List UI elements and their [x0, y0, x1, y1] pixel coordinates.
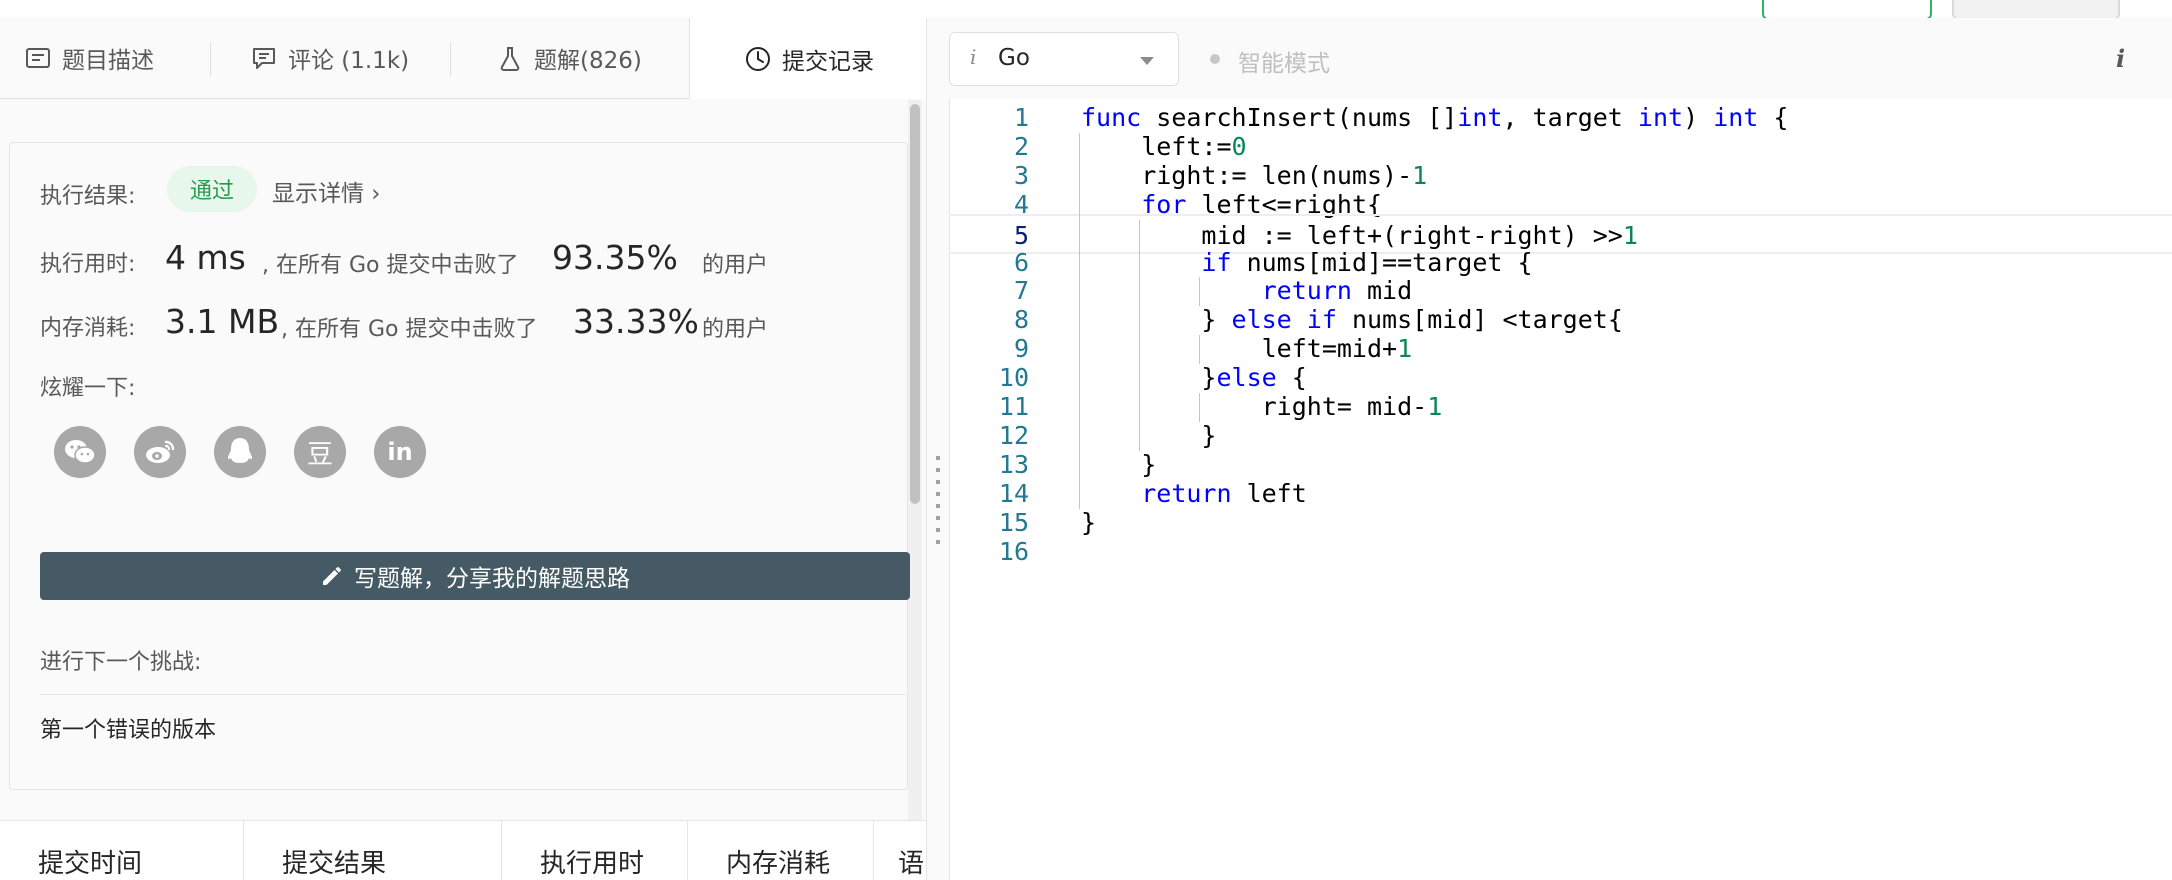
- column-header-runtime[interactable]: 执行用时: [502, 821, 688, 880]
- memory-text: , 在所有 Go 提交中击败了: [281, 317, 538, 342]
- tab-label: 题目描述: [62, 48, 154, 74]
- status-badge: 通过: [167, 166, 257, 212]
- clock-icon: [746, 46, 770, 71]
- write-solution-button[interactable]: 写题解，分享我的解题思路: [40, 552, 910, 600]
- indent-guide: [1199, 335, 1201, 365]
- submit-button[interactable]: [1762, 0, 1932, 20]
- memory-percent: 33.33%: [573, 302, 699, 341]
- share-label: 炫耀一下:: [40, 376, 136, 401]
- indent-guide: [1199, 393, 1201, 422]
- panel-splitter[interactable]: [927, 18, 949, 880]
- indent-guide: [1079, 132, 1080, 509]
- mode-status-dot: [1210, 54, 1220, 64]
- chevron-down-icon: [1140, 57, 1154, 65]
- runtime-value: 4 ms: [165, 238, 246, 277]
- memory-value: 3.1 MB: [165, 302, 280, 341]
- runtime-percent: 93.35%: [552, 238, 678, 277]
- line-number: 16: [998, 536, 1029, 566]
- code-line[interactable]: 16: [949, 532, 2172, 572]
- column-header-language[interactable]: 语: [874, 821, 926, 880]
- flask-icon: [500, 47, 520, 71]
- tab-submissions[interactable]: 提交记录: [689, 18, 926, 99]
- tab-label: 题解(826): [534, 48, 642, 74]
- tab-bar: 题目描述 评论 (1.1k) 题解(826) 提交记录: [0, 18, 926, 99]
- pencil-icon: [323, 567, 341, 585]
- tab-divider: [210, 42, 211, 76]
- left-panel: 题目描述 评论 (1.1k) 题解(826) 提交记录 执行结果: 通过 显示详…: [0, 18, 927, 880]
- smart-mode-toggle[interactable]: 智能模式: [1238, 44, 1330, 78]
- linkedin-icon[interactable]: in: [374, 426, 426, 478]
- douban-icon[interactable]: 豆: [294, 426, 346, 478]
- memory-label: 内存消耗:: [40, 316, 136, 341]
- splitter-handle[interactable]: [936, 456, 940, 544]
- exec-result-label: 执行结果:: [40, 184, 136, 209]
- next-challenge-link[interactable]: 第一个错误的版本: [40, 712, 216, 744]
- weibo-icon[interactable]: [134, 426, 186, 478]
- memory-suffix: 的用户: [702, 317, 769, 342]
- scrollbar-thumb[interactable]: [910, 104, 920, 504]
- runtime-label: 执行用时:: [40, 252, 136, 277]
- tab-solutions[interactable]: 题解(826): [496, 18, 642, 98]
- wechat-icon[interactable]: [54, 426, 106, 478]
- language-select[interactable]: i Go: [949, 32, 1179, 86]
- tab-description[interactable]: 题目描述: [24, 18, 154, 98]
- description-icon: [26, 48, 50, 68]
- show-details-link[interactable]: 显示详情 ›: [272, 174, 381, 208]
- tab-label: 评论 (1.1k): [288, 48, 410, 74]
- run-button[interactable]: [1952, 0, 2120, 20]
- column-header-result[interactable]: 提交结果: [244, 821, 502, 880]
- runtime-suffix: 的用户: [702, 253, 769, 278]
- tab-label: 提交记录: [782, 48, 874, 75]
- column-header-memory[interactable]: 内存消耗: [688, 821, 874, 880]
- qq-icon[interactable]: [214, 426, 266, 478]
- indent-guide: [1139, 219, 1141, 451]
- info-icon[interactable]: i: [2116, 44, 2125, 73]
- column-header-time[interactable]: 提交时间: [0, 821, 244, 880]
- tab-comments[interactable]: 评论 (1.1k): [250, 18, 409, 98]
- write-solution-label: 写题解，分享我的解题思路: [354, 566, 630, 592]
- submission-history-header: 提交时间 提交结果 执行用时 内存消耗 语: [0, 820, 926, 880]
- language-info-icon: i: [970, 45, 977, 69]
- language-value: Go: [998, 45, 1030, 71]
- divider: [40, 694, 906, 695]
- comment-icon: [253, 48, 275, 69]
- next-challenge-label: 进行下一个挑战:: [40, 650, 202, 675]
- runtime-text: , 在所有 Go 提交中击败了: [262, 253, 519, 278]
- tab-divider: [450, 42, 451, 76]
- indent-guide: [1199, 277, 1201, 307]
